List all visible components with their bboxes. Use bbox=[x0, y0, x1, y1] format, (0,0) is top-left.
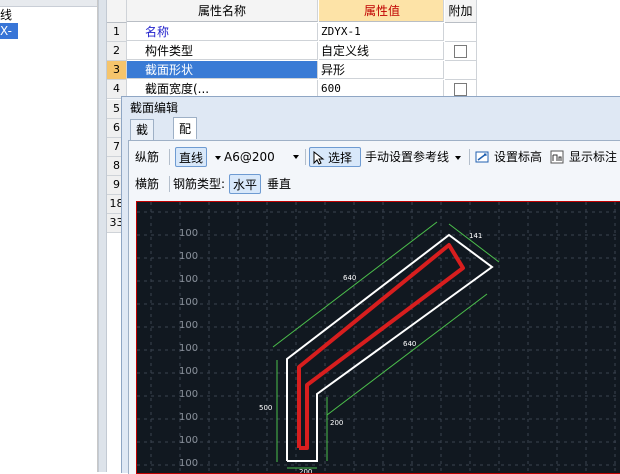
dimension-label-bottom-width: 200 bbox=[299, 468, 312, 474]
dimension-label-top-end: 141 bbox=[469, 232, 482, 240]
row-number: 2 bbox=[107, 42, 127, 61]
tree-item-selected[interactable]: X-1 bbox=[0, 23, 18, 54]
add-checkbox[interactable] bbox=[454, 83, 467, 96]
set-elevation-label: 设置标高 bbox=[494, 150, 543, 164]
section-drawing[interactable]: 1001001001001001001001001001001001001416… bbox=[137, 202, 620, 474]
table-row[interactable]: 2 构件类型 自定义线 bbox=[107, 42, 477, 61]
separator bbox=[469, 149, 470, 165]
property-name: 截面形状 bbox=[127, 61, 318, 79]
separator bbox=[169, 149, 170, 165]
dimension-label-inner-height: 200 bbox=[330, 419, 343, 427]
row-number: 1 bbox=[107, 23, 127, 42]
property-value[interactable]: 自定义线 bbox=[319, 42, 444, 60]
tree-item-label: 线 bbox=[0, 8, 13, 22]
longitudinal-label: 纵筋 bbox=[135, 150, 160, 164]
chevron-down-icon bbox=[215, 155, 221, 160]
toolbar-longitudinal: 纵筋 直线 A6@200 选择 手动设置参考线 设置标高 显示标注 bbox=[129, 144, 620, 170]
grid-corner bbox=[107, 0, 127, 23]
grid-label: 100 bbox=[179, 274, 198, 285]
component-tree-panel: 线 X-1 bbox=[0, 0, 98, 472]
select-label: 选择 bbox=[328, 151, 353, 165]
dimension-label-lower-diag: 640 bbox=[403, 340, 416, 348]
toolbar-transverse: 横筋 钢筋类型: 水平 垂直 bbox=[129, 171, 620, 197]
section-drawing-canvas[interactable]: 1001001001001001001001001001001001001416… bbox=[136, 201, 620, 474]
cursor-icon bbox=[313, 151, 325, 165]
add-cell bbox=[445, 42, 477, 61]
property-value[interactable]: 异形 bbox=[319, 61, 444, 79]
grid-label: 100 bbox=[179, 412, 198, 423]
chevron-down-icon bbox=[455, 155, 462, 160]
show-labels-label: 显示标注 bbox=[569, 150, 618, 164]
rebar-spec-value: A6@200 bbox=[224, 150, 275, 164]
table-row-selected[interactable]: 3 截面形状 异形 bbox=[107, 61, 477, 80]
tab-section[interactable]: 截面 bbox=[130, 119, 155, 157]
add-cell bbox=[445, 23, 477, 42]
horizontal-button[interactable]: 水平 bbox=[229, 174, 262, 194]
transverse-label: 横筋 bbox=[135, 177, 160, 191]
grid-label: 100 bbox=[179, 320, 198, 331]
show-labels-button[interactable]: 显示标注 bbox=[549, 147, 617, 167]
add-checkbox[interactable] bbox=[454, 45, 467, 58]
dialog-title: 截面编辑 bbox=[130, 101, 179, 115]
line-mode-dropdown[interactable] bbox=[212, 147, 221, 167]
line-mode-button[interactable]: 直线 bbox=[175, 147, 208, 167]
line-mode-label: 直线 bbox=[179, 151, 204, 165]
grid-label: 100 bbox=[179, 366, 198, 377]
chevron-down-icon bbox=[293, 155, 299, 159]
property-name: 构件类型 bbox=[127, 42, 318, 60]
dimension-label-upper-diag: 640 bbox=[343, 274, 356, 282]
row-number: 3 bbox=[107, 61, 127, 80]
tree-item[interactable]: 线 bbox=[0, 7, 20, 23]
vertical-label: 垂直 bbox=[267, 177, 292, 191]
property-name: 名称 bbox=[127, 23, 318, 41]
dimension-label-left-height: 500 bbox=[259, 404, 272, 412]
header-name: 属性名称 bbox=[127, 0, 318, 22]
manual-ref-label: 手动设置参考线 bbox=[365, 150, 450, 164]
header-add: 附加 bbox=[445, 0, 477, 23]
rebar-type-label: 钢筋类型: bbox=[173, 177, 226, 191]
grid-label: 100 bbox=[179, 251, 198, 262]
separator bbox=[169, 176, 170, 192]
separator bbox=[305, 149, 306, 165]
section-edit-dialog: 截面编辑 截面 配筋 纵筋 直线 A6@200 选择 手动设置参考线 设置标高 bbox=[121, 96, 620, 474]
horizontal-label: 水平 bbox=[233, 178, 258, 192]
header-value: 属性值 bbox=[319, 0, 444, 22]
tree-item-label: X-1 bbox=[0, 24, 12, 54]
table-row[interactable]: 1 名称 ZDYX-1 bbox=[107, 23, 477, 42]
grid-label: 100 bbox=[179, 297, 198, 308]
grid-label: 100 bbox=[179, 389, 198, 400]
vertical-button[interactable]: 垂直 bbox=[267, 174, 291, 194]
grid-label: 100 bbox=[179, 343, 198, 354]
property-grid: 属性名称 属性值 附加 1 名称 ZDYX-1 2 构件类型 自定义线 3 截面… bbox=[107, 0, 620, 100]
panel-splitter[interactable] bbox=[98, 0, 107, 472]
dimension-icon bbox=[550, 150, 564, 164]
rebar-spec-select[interactable]: A6@200 bbox=[224, 147, 300, 167]
select-button[interactable]: 选择 bbox=[309, 147, 361, 167]
grid-label: 100 bbox=[179, 458, 198, 469]
manual-ref-line-button[interactable]: 手动设置参考线 bbox=[365, 147, 462, 167]
set-elevation-button[interactable]: 设置标高 bbox=[474, 147, 542, 167]
tab-reinforcement[interactable]: 配筋 bbox=[173, 117, 198, 159]
reinforcement-panel: 纵筋 直线 A6@200 选择 手动设置参考线 设置标高 显示标注 横筋 钢筋类… bbox=[128, 140, 620, 474]
grid-header-row: 属性名称 属性值 附加 bbox=[107, 0, 477, 23]
grid-label: 100 bbox=[179, 435, 198, 446]
grid-label: 100 bbox=[179, 228, 198, 239]
add-cell bbox=[445, 61, 477, 80]
tree-scrollbar[interactable] bbox=[0, 0, 97, 7]
property-value[interactable]: ZDYX-1 bbox=[319, 23, 444, 41]
elevation-icon bbox=[475, 151, 489, 163]
